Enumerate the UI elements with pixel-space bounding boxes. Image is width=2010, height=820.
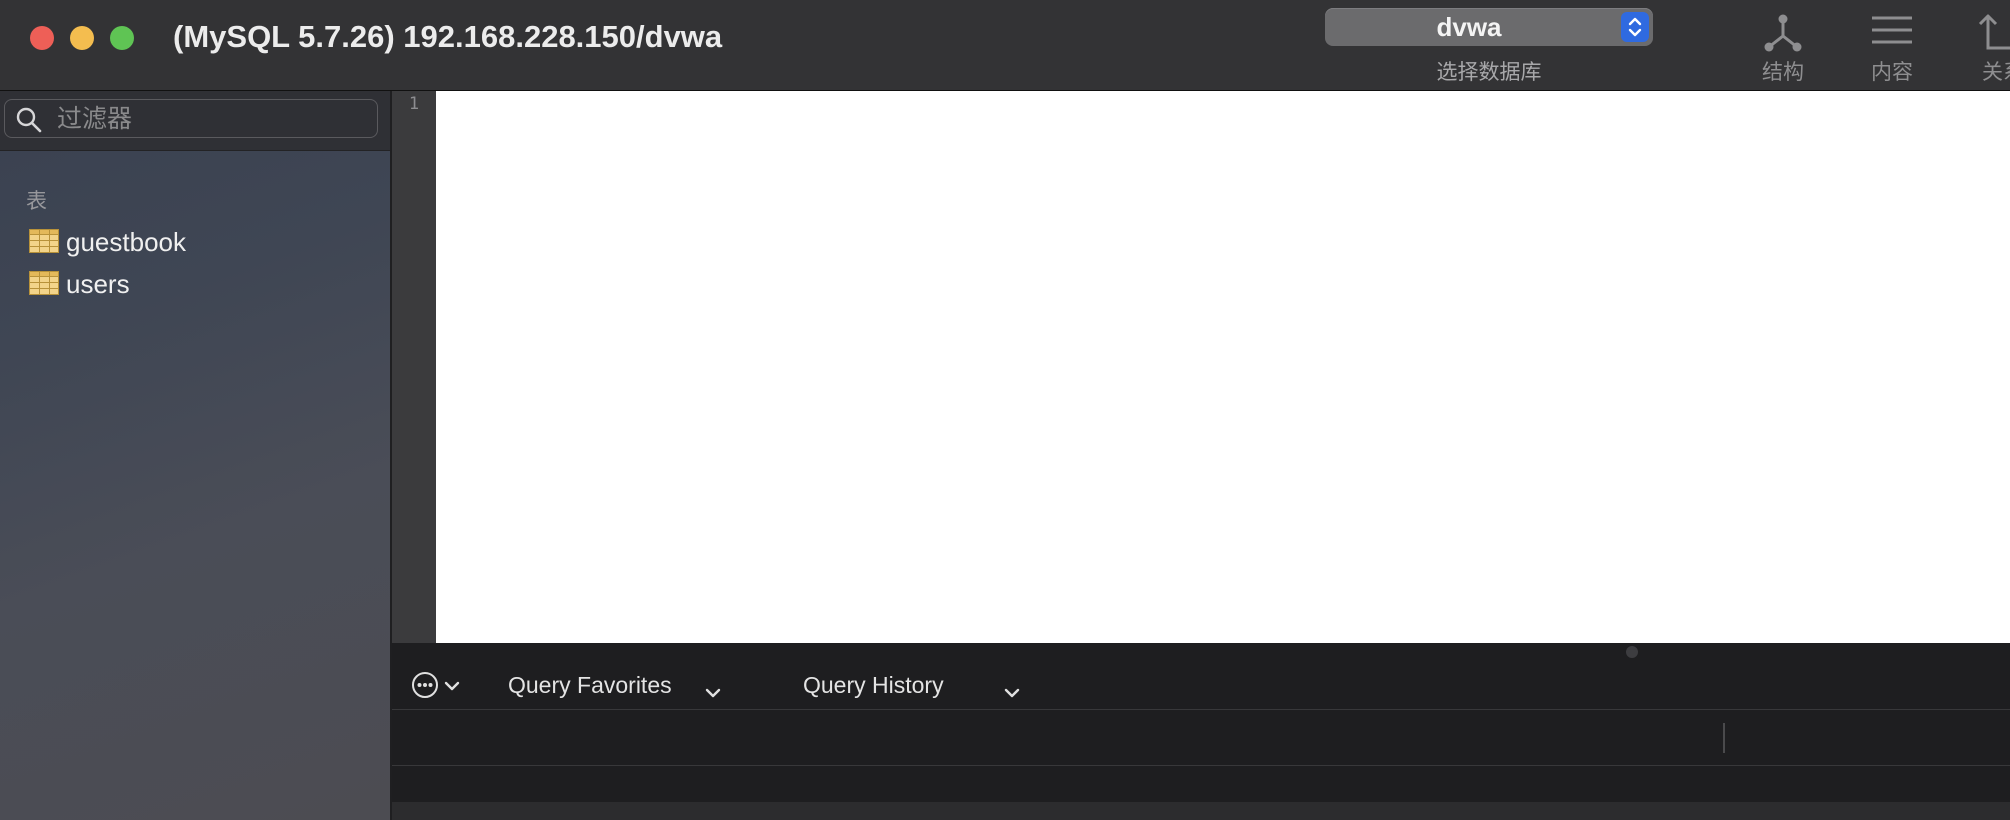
content-button-label: 内容: [1871, 61, 1913, 84]
table-name: users: [66, 269, 130, 299]
relations-button-label: 关系: [1982, 61, 2010, 84]
chevron-down-icon: [704, 679, 724, 698]
filter-bar: [0, 91, 390, 151]
relations-button[interactable]: 关系: [1952, 6, 2010, 88]
query-history-menu[interactable]: Query History: [803, 670, 1033, 704]
results-bar: [392, 765, 2010, 803]
relations-icon: [1976, 10, 2010, 54]
structure-button-label: 结构: [1762, 61, 1804, 84]
line-number-gutter: 1: [392, 91, 436, 643]
query-actions-button[interactable]: [410, 670, 462, 702]
status-divider: [1723, 723, 1725, 753]
bottom-strip: [392, 802, 2010, 820]
maximize-window-button[interactable]: [110, 26, 134, 50]
filter-field[interactable]: [4, 99, 378, 138]
tables-section-header: 表: [26, 190, 47, 213]
sidebar: 表 guestbook users: [0, 91, 392, 820]
structure-button[interactable]: 结构: [1738, 6, 1828, 88]
window-title: (MySQL 5.7.26) 192.168.228.150/dvwa: [173, 19, 723, 54]
minimize-window-button[interactable]: [70, 26, 94, 50]
query-favorites-label: Query Favorites: [508, 672, 672, 698]
close-window-button[interactable]: [30, 26, 54, 50]
table-item-guestbook[interactable]: guestbook: [26, 226, 366, 260]
table-icon: [29, 229, 59, 253]
filter-input[interactable]: [55, 103, 359, 135]
splitter-handle[interactable]: [1626, 646, 1638, 658]
line-number: 1: [408, 94, 420, 114]
chevron-down-icon: [1003, 679, 1023, 698]
table-name: guestbook: [66, 227, 186, 257]
table-item-users[interactable]: users: [26, 268, 366, 302]
content-icon: [1870, 10, 1914, 54]
structure-icon: [1761, 10, 1805, 54]
content-button[interactable]: 内容: [1847, 6, 1937, 88]
select-stepper-icon: [1621, 12, 1649, 42]
database-select-value: dvwa: [1436, 12, 1502, 42]
search-icon: [15, 106, 43, 139]
table-icon: [29, 271, 59, 295]
title-bar: (MySQL 5.7.26) 192.168.228.150/dvwa dvwa…: [0, 0, 2010, 91]
chevron-down-icon: [444, 679, 460, 698]
query-favorites-menu[interactable]: Query Favorites: [508, 670, 728, 704]
ellipsis-circle-icon: [410, 670, 440, 705]
database-select-caption: 选择数据库: [1436, 61, 1542, 84]
database-select[interactable]: dvwa: [1325, 8, 1653, 46]
query-editor[interactable]: [436, 91, 2010, 643]
status-row: [392, 709, 2010, 765]
query-history-label: Query History: [803, 672, 944, 698]
